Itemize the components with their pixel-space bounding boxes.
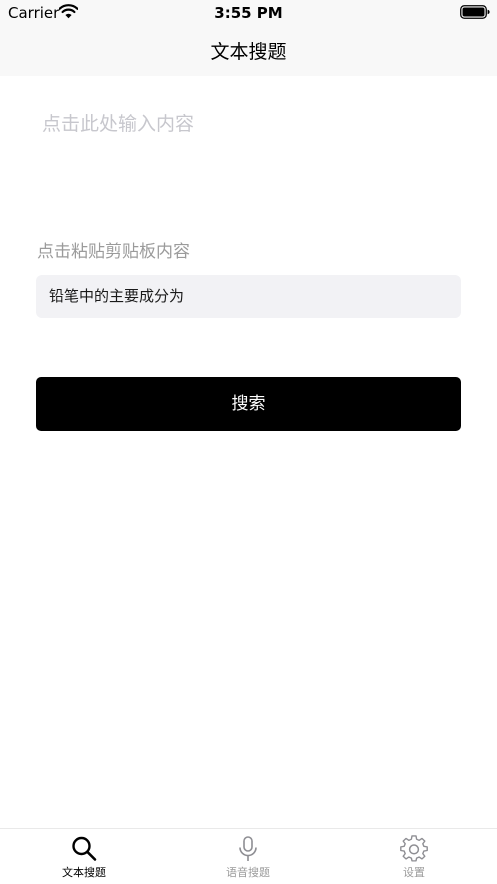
tab-text-search[interactable]: 文本搜题 [29,829,139,884]
battery-icon [460,5,490,19]
gear-icon [400,835,428,862]
question-input[interactable] [36,106,461,226]
tab-label: 设置 [403,866,425,879]
search-button[interactable]: 搜索 [36,377,461,431]
tab-voice-search[interactable]: 语音搜题 [193,829,303,884]
status-bar: Carrier 3:55 PM [0,0,497,26]
navigation-bar: 文本搜题 [0,26,497,76]
clipboard-text: 铅笔中的主要成分为 [49,287,185,305]
tab-label: 语音搜题 [226,866,270,879]
clipboard-content-box[interactable]: 铅笔中的主要成分为 [36,275,461,318]
paste-clipboard-button[interactable]: 点击粘贴剪贴板内容 [37,241,190,263]
search-icon [72,836,97,861]
page-title: 文本搜题 [210,41,287,63]
microphone-icon [239,836,257,861]
search-button-label: 搜索 [231,394,266,414]
tab-bar: 文本搜题 语音搜题 设置 [0,828,497,884]
tab-settings[interactable]: 设置 [359,829,469,884]
status-time: 3:55 PM [214,4,283,22]
tab-label: 文本搜题 [62,866,106,879]
